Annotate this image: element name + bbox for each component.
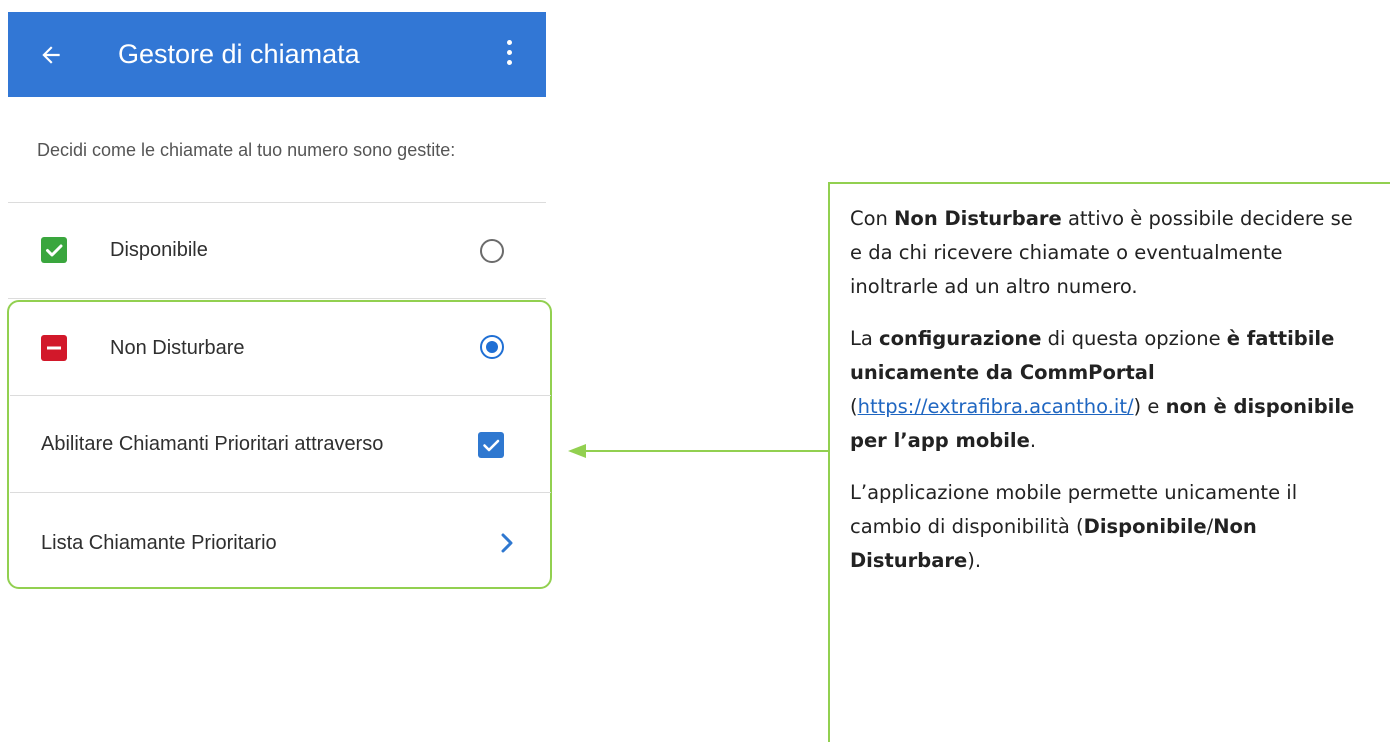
option-dnd-label: Non Disturbare (110, 337, 245, 359)
text: ) e (1133, 395, 1166, 418)
page-title: Gestore di chiamata (118, 39, 360, 69)
check-square-icon (41, 237, 67, 263)
connector-line (585, 450, 828, 452)
priority-callers-checkbox[interactable] (478, 432, 504, 458)
minus-square-icon (41, 335, 67, 361)
priority-list-label: Lista Chiamante Prioritario (41, 532, 277, 554)
divider (8, 202, 546, 203)
callout-paragraph-3: L’applicazione mobile permette unicament… (850, 476, 1370, 578)
divider (8, 298, 546, 299)
commportal-link[interactable]: https://extrafibra.acantho.it/ (858, 395, 1134, 418)
bold-text: Non Disturbare (894, 207, 1062, 230)
text: . (1029, 429, 1037, 452)
app-bar: Gestore di chiamata (8, 12, 546, 97)
priority-callers-label: Abilitare Chiamanti Prioritari attravers… (41, 433, 384, 455)
bold-text: configurazione (879, 327, 1042, 350)
text: ( (850, 395, 858, 418)
bold-text: Disponibile (1083, 515, 1207, 538)
option-available-label: Disponibile (110, 239, 208, 261)
divider (10, 492, 551, 493)
option-dnd-radio[interactable] (480, 335, 504, 359)
divider (10, 395, 551, 396)
callout-paragraph-1: Con Non Disturbare attivo è possibile de… (850, 202, 1370, 304)
text: ). (967, 549, 982, 572)
callout-paragraph-2: La configurazione di questa opzione è fa… (850, 322, 1370, 458)
chevron-right-icon[interactable] (500, 532, 514, 554)
arrow-left-icon[interactable] (38, 42, 64, 68)
callout-box: Con Non Disturbare attivo è possibile de… (828, 182, 1390, 742)
arrow-left-head-icon (568, 444, 586, 458)
text: Con (850, 207, 895, 230)
text: La (850, 327, 880, 350)
instructions-text: Decidi come le chiamate al tuo numero so… (37, 140, 456, 160)
more-vertical-icon[interactable] (504, 40, 514, 70)
callout-text: Con Non Disturbare attivo è possibile de… (850, 202, 1370, 596)
text: di questa opzione (1041, 327, 1227, 350)
option-available-radio[interactable] (480, 239, 504, 263)
